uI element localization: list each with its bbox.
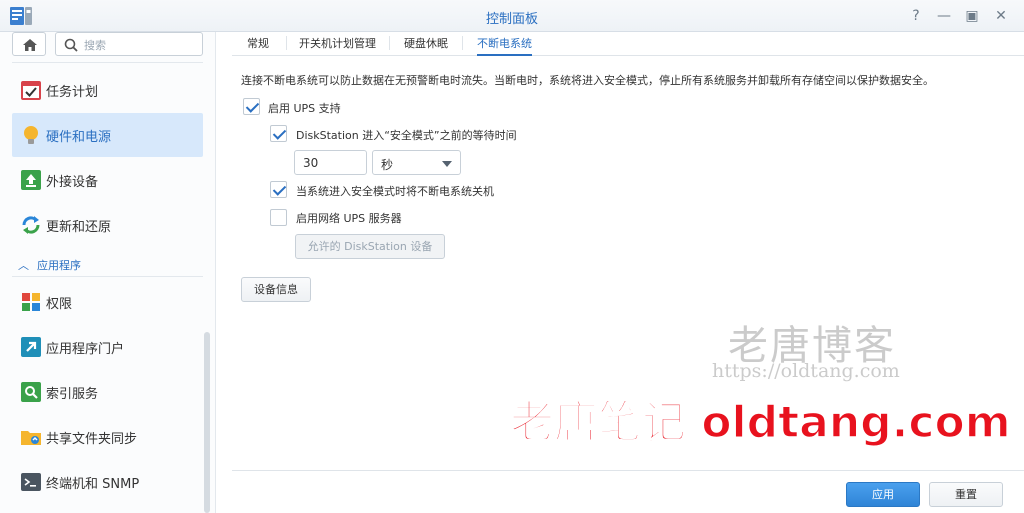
tab-general[interactable]: 常规 <box>247 35 269 56</box>
network-ups-label: 启用网络 UPS 服务器 <box>296 212 402 225</box>
sidebar-divider <box>12 62 203 63</box>
tab-ups[interactable]: 不断电系统 <box>477 35 532 56</box>
sidebar-item-shared-folder-sync[interactable]: 共享文件夹同步 <box>12 415 203 459</box>
tab-separator <box>389 36 390 50</box>
minimize-button[interactable]: — <box>934 6 954 26</box>
allowed-devices-button[interactable]: 允许的 DiskStation 设备 <box>295 234 445 259</box>
enable-ups-checkbox[interactable] <box>243 98 260 115</box>
calendar-check-icon <box>21 81 41 100</box>
sidebar-item-hardware-power[interactable]: 硬件和电源 <box>12 113 203 157</box>
sidebar-item-label: 外接设备 <box>46 175 99 190</box>
sidebar-item-privileges[interactable]: 权限 <box>12 280 203 324</box>
dropdown-caret-icon <box>442 161 452 167</box>
device-info-button[interactable]: 设备信息 <box>241 277 311 302</box>
refresh-icon <box>22 216 40 234</box>
section-label: 应用程序 <box>37 259 81 272</box>
search-placeholder: 搜索 <box>84 39 106 52</box>
tab-hdd-hibernation[interactable]: 硬盘休眠 <box>404 35 448 56</box>
tab-separator <box>286 36 287 50</box>
home-button[interactable] <box>12 32 46 56</box>
section-applications[interactable]: ︿ 应用程序 <box>18 257 81 273</box>
terminal-icon <box>21 473 41 491</box>
wait-time-checkbox[interactable] <box>270 125 287 142</box>
sidebar-item-label: 应用程序门户 <box>46 342 125 357</box>
wait-time-input[interactable]: 30 <box>294 150 367 175</box>
sidebar-item-label: 终端机和 SNMP <box>46 477 140 492</box>
sidebar-item-task-scheduler[interactable]: 任务计划 <box>12 68 203 112</box>
sidebar: 搜索 任务计划 硬件和电源 外接设备 更新和还原 ︿ 应用程序 权限 应用程序门… <box>0 32 216 513</box>
grid-permission-icon <box>22 293 40 311</box>
network-ups-checkbox[interactable] <box>270 209 287 226</box>
folder-sync-icon <box>21 431 41 445</box>
tab-bar: 常规 开关机计划管理 硬盘休眠 不断电系统 <box>232 32 1024 56</box>
sidebar-item-label: 更新和还原 <box>46 220 112 235</box>
sidebar-item-external-devices[interactable]: 外接设备 <box>12 158 203 202</box>
wait-time-label: DiskStation 进入“安全模式”之前的等待时间 <box>296 129 517 142</box>
sidebar-item-indexing-service[interactable]: 索引服务 <box>12 370 203 414</box>
enable-ups-label: 启用 UPS 支持 <box>268 102 341 115</box>
search-input[interactable]: 搜索 <box>55 32 203 56</box>
sidebar-item-label: 索引服务 <box>46 387 99 402</box>
close-button[interactable]: ✕ <box>991 6 1011 26</box>
portal-arrow-icon <box>21 337 41 357</box>
lightbulb-icon <box>24 126 38 144</box>
shutdown-ups-checkbox[interactable] <box>270 181 287 198</box>
apply-button[interactable]: 应用 <box>846 482 920 507</box>
reset-button[interactable]: 重置 <box>929 482 1003 507</box>
title-bar: 控制面板 ? — ▣ ✕ <box>0 0 1024 32</box>
sidebar-scrollbar[interactable] <box>204 332 210 513</box>
sidebar-item-label: 硬件和电源 <box>46 130 112 145</box>
sidebar-item-application-portal[interactable]: 应用程序门户 <box>12 325 203 369</box>
tab-separator <box>462 36 463 50</box>
home-icon <box>23 39 37 51</box>
chevron-up-icon: ︿ <box>18 259 29 272</box>
search-icon <box>64 38 78 52</box>
window-title: 控制面板 <box>485 12 538 27</box>
ups-description: 连接不断电系统可以防止数据在无预警断电时流失。当断电时，系统将进入安全模式，停止… <box>241 74 934 87</box>
sidebar-item-label: 权限 <box>46 297 73 312</box>
upload-icon <box>21 170 41 190</box>
help-button[interactable]: ? <box>906 6 926 26</box>
watermark-red-banner: 老唐笔记 oldtang.com <box>509 396 1011 449</box>
sidebar-item-update-restore[interactable]: 更新和还原 <box>12 203 203 247</box>
wait-unit-select[interactable]: 秒 <box>372 150 461 175</box>
index-search-icon <box>21 382 41 402</box>
sidebar-divider <box>12 276 203 277</box>
tab-power-schedule[interactable]: 开关机计划管理 <box>299 35 376 56</box>
wait-unit-value: 秒 <box>381 158 394 172</box>
watermark-url: https://oldtang.com <box>712 360 900 382</box>
footer-bar: 应用 重置 <box>232 470 1024 513</box>
shutdown-ups-label: 当系统进入安全模式时将不断电系统关机 <box>296 185 494 198</box>
maximize-button[interactable]: ▣ <box>962 6 982 26</box>
sidebar-item-terminal-snmp[interactable]: 终端机和 SNMP <box>12 460 203 504</box>
sidebar-item-label: 任务计划 <box>46 85 99 100</box>
sidebar-item-label: 共享文件夹同步 <box>46 432 138 447</box>
